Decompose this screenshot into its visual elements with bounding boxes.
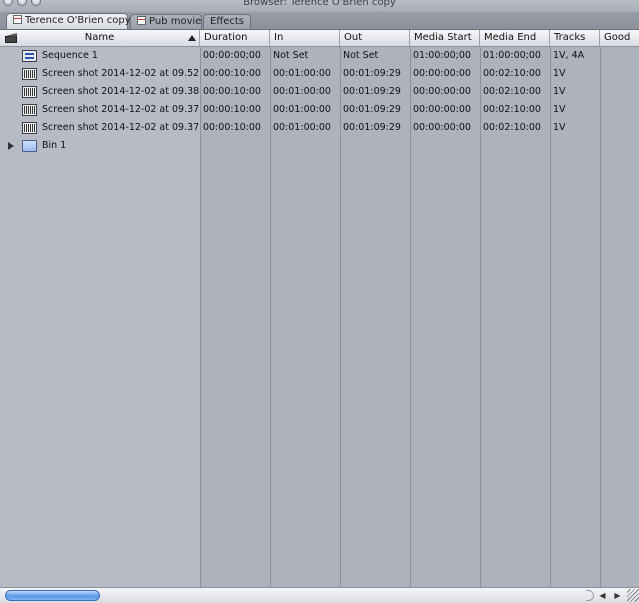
- item-name: Screen shot 2014-12-02 at 09.37.0: [42, 122, 200, 133]
- item-media-end: 00:02:10:00: [483, 122, 541, 133]
- item-name: Screen shot 2014-12-02 at 09.52.5: [42, 68, 200, 79]
- project-icon: [13, 15, 22, 24]
- item-tracks: 1V: [553, 104, 566, 115]
- item-name: Sequence 1: [42, 50, 98, 61]
- item-out: 00:01:09:29: [343, 122, 401, 133]
- clip-icon: [22, 68, 37, 80]
- item-media-end: 00:02:10:00: [483, 86, 541, 97]
- item-name: Screen shot 2014-12-02 at 09.37.5: [42, 104, 200, 115]
- item-duration: 00:00:10:00: [203, 86, 261, 97]
- scroll-left-arrow-icon[interactable]: ◀: [597, 590, 608, 601]
- project-icon: [137, 16, 146, 25]
- item-media-end: 00:02:10:00: [483, 104, 541, 115]
- tab-label: Pub movie: [149, 16, 202, 27]
- column-header-media-end[interactable]: Media End: [480, 30, 550, 46]
- item-media-start: 01:00:00;00: [413, 50, 471, 61]
- item-media-start: 00:00:00:00: [413, 68, 471, 79]
- item-name: Bin 1: [42, 140, 67, 151]
- item-tracks: 1V, 4A: [553, 50, 585, 61]
- resize-grip-icon[interactable]: [627, 589, 639, 602]
- list-item-bin[interactable]: Bin 1: [0, 137, 639, 155]
- horizontal-scrollbar[interactable]: ◀ ▶: [0, 587, 639, 603]
- item-media-start: 00:00:00:00: [413, 86, 471, 97]
- item-duration: 00:00:10:00: [203, 104, 261, 115]
- tab-strip: Terence O'Brien copy Pub movie Effects: [0, 12, 639, 30]
- column-header-row: Name Duration In Out Media Start Media E…: [0, 30, 639, 47]
- tab-pub-movie[interactable]: Pub movie: [130, 14, 202, 29]
- scrollbar-thumb[interactable]: [5, 590, 100, 601]
- item-media-end: 00:02:10:00: [483, 68, 541, 79]
- item-in: 00:01:00:00: [273, 68, 331, 79]
- window-titlebar: Browser: Terence O'Brien copy: [0, 0, 639, 12]
- item-media-start: 00:00:00:00: [413, 122, 471, 133]
- list-item[interactable]: Screen shot 2014-12-02 at 09.38.5 00:00:…: [0, 83, 639, 101]
- scroll-right-arrow-icon[interactable]: ▶: [612, 590, 623, 601]
- clip-icon: [22, 86, 37, 98]
- clip-icon: [22, 104, 37, 116]
- window-title: Browser: Terence O'Brien copy: [243, 0, 396, 8]
- column-header-tracks[interactable]: Tracks: [550, 30, 600, 46]
- tab-label: Effects: [210, 16, 244, 27]
- item-duration: 00:00:10:00: [203, 68, 261, 79]
- item-name: Screen shot 2014-12-02 at 09.38.5: [42, 86, 200, 97]
- column-header-media-start[interactable]: Media Start: [410, 30, 480, 46]
- tab-label: Terence O'Brien copy: [25, 15, 131, 26]
- item-duration: 00:00:10:00: [203, 122, 261, 133]
- item-in: Not Set: [273, 50, 309, 61]
- folder-icon: [22, 140, 37, 152]
- item-in: 00:01:00:00: [273, 86, 331, 97]
- item-media-end: 01:00:00;00: [483, 50, 541, 61]
- column-header-good[interactable]: Good: [600, 30, 639, 46]
- column-header-in[interactable]: In: [270, 30, 340, 46]
- browser-list: Name Duration In Out Media Start Media E…: [0, 30, 639, 587]
- clip-icon: [22, 122, 37, 134]
- tab-terence-obrien-copy[interactable]: Terence O'Brien copy: [6, 13, 131, 29]
- column-header-name[interactable]: Name: [0, 30, 200, 46]
- item-in: 00:01:00:00: [273, 104, 331, 115]
- tab-effects[interactable]: Effects: [203, 14, 251, 29]
- column-header-out[interactable]: Out: [340, 30, 410, 46]
- item-media-start: 00:00:00:00: [413, 104, 471, 115]
- item-tracks: 1V: [553, 86, 566, 97]
- column-header-label: Name: [84, 32, 115, 43]
- sequence-icon: [22, 50, 37, 62]
- list-item[interactable]: Sequence 1 00:00:00;00 Not Set Not Set 0…: [0, 47, 639, 65]
- list-item[interactable]: Screen shot 2014-12-02 at 09.37.5 00:00:…: [0, 101, 639, 119]
- column-header-duration[interactable]: Duration: [200, 30, 270, 46]
- item-tracks: 1V: [553, 122, 566, 133]
- item-out: 00:01:09:29: [343, 104, 401, 115]
- list-item[interactable]: Screen shot 2014-12-02 at 09.37.0 00:00:…: [0, 119, 639, 137]
- item-tracks: 1V: [553, 68, 566, 79]
- scrollbar-track-end: [586, 590, 594, 601]
- item-out: 00:01:09:29: [343, 68, 401, 79]
- sort-ascending-icon[interactable]: [188, 35, 196, 41]
- item-in: 00:01:00:00: [273, 122, 331, 133]
- item-out: Not Set: [343, 50, 379, 61]
- disclosure-triangle-icon[interactable]: [8, 142, 14, 150]
- list-item[interactable]: Screen shot 2014-12-02 at 09.52.5 00:00:…: [0, 65, 639, 83]
- item-out: 00:01:09:29: [343, 86, 401, 97]
- item-duration: 00:00:00;00: [203, 50, 261, 61]
